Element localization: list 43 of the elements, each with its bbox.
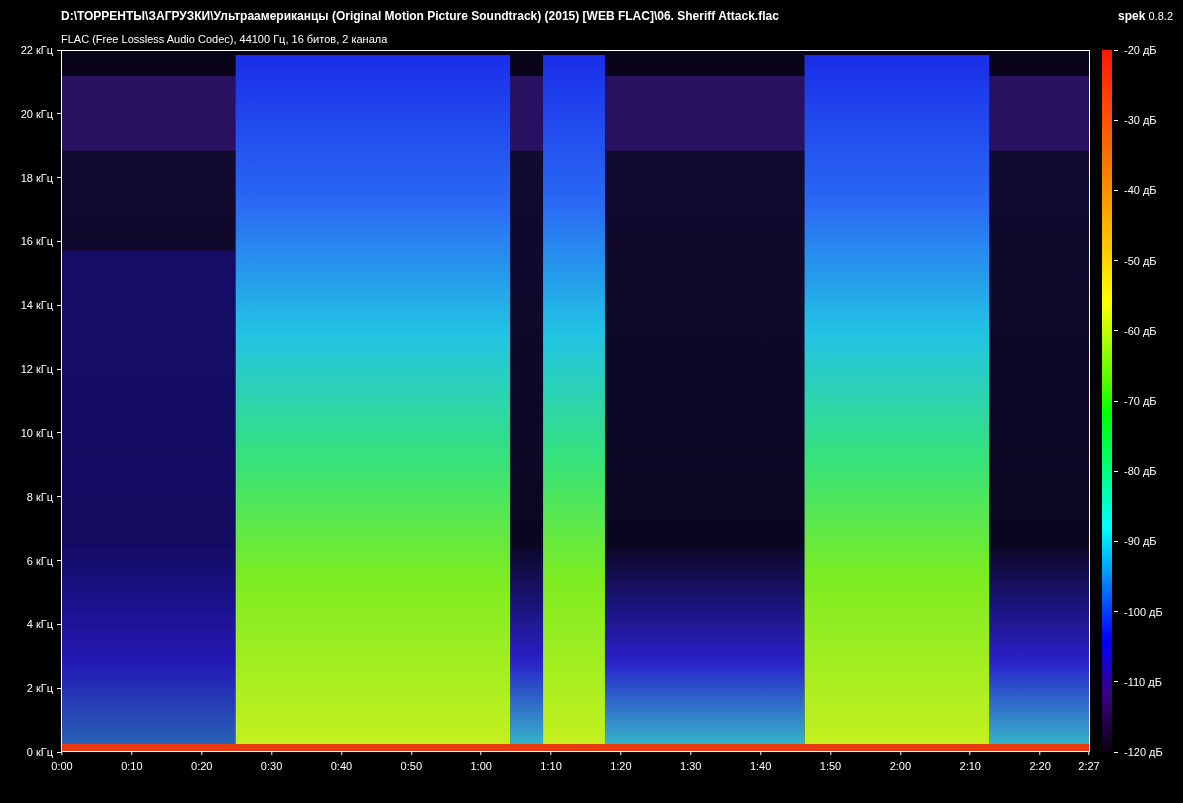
time-label: 0:30 bbox=[260, 760, 283, 772]
file-path: D:\ТОРРЕНТЫ\ЗАГРУЗКИ\Ультраамериканцы (Original Motion Picture Soundtrack) (2015) [WEB FLAC]\06. Sheriff Attack.flac bbox=[61, 9, 779, 23]
level-label: -110 дБ bbox=[1124, 675, 1162, 688]
frequency-label: 0 кГц bbox=[26, 746, 53, 758]
level-label: -60 дБ bbox=[1124, 324, 1157, 337]
level-label: -40 дБ bbox=[1124, 184, 1157, 197]
frequency-label: 4 кГц bbox=[26, 618, 53, 631]
frequency-label: 14 кГц bbox=[20, 299, 53, 312]
app-version: 0.8.2 bbox=[1148, 10, 1173, 22]
frequency-label: 16 кГц bbox=[20, 235, 53, 248]
time-label: 1:20 bbox=[610, 760, 632, 772]
time-label: 1:50 bbox=[819, 760, 842, 772]
app-name: spek bbox=[1118, 9, 1146, 23]
frequency-label: 20 кГц bbox=[20, 107, 53, 120]
level-label: -100 дБ bbox=[1124, 605, 1163, 618]
time-label: 1:30 bbox=[680, 760, 702, 772]
level-label: -30 дБ bbox=[1124, 114, 1157, 127]
time-label: 2:10 bbox=[959, 760, 981, 772]
level-label: -20 дБ bbox=[1124, 44, 1157, 56]
level-label: -50 дБ bbox=[1124, 254, 1157, 267]
frequency-label: 18 кГц bbox=[20, 171, 53, 184]
frequency-label: 12 кГц bbox=[20, 363, 53, 376]
time-label: 2:27 bbox=[1078, 760, 1100, 772]
frequency-label: 8 кГц bbox=[26, 490, 53, 503]
frequency-label: 6 кГц bbox=[26, 554, 53, 567]
audio-info: FLAC (Free Lossless Audio Codec), 44100 Гц, 16 битов, 2 канала bbox=[61, 33, 389, 45]
frequency-label: 10 кГц bbox=[20, 426, 53, 439]
time-label: 0:50 bbox=[400, 760, 422, 772]
time-label: 2:00 bbox=[889, 760, 912, 772]
time-label: 0:00 bbox=[51, 760, 73, 772]
frequency-label: 22 кГц bbox=[20, 44, 53, 56]
time-label: 1:10 bbox=[540, 760, 562, 772]
frequency-label: 2 кГц bbox=[26, 682, 53, 695]
level-label: -80 дБ bbox=[1124, 465, 1157, 478]
time-label: 1:00 bbox=[470, 760, 492, 772]
time-label: 0:20 bbox=[191, 760, 213, 772]
level-label: -90 дБ bbox=[1124, 535, 1157, 548]
level-label: -70 дБ bbox=[1124, 395, 1157, 407]
time-label: 1:40 bbox=[749, 760, 772, 772]
level-label: -120 дБ bbox=[1124, 746, 1163, 758]
time-label: 0:40 bbox=[330, 760, 353, 772]
time-label: 0:10 bbox=[121, 760, 143, 772]
time-label: 2:20 bbox=[1029, 760, 1051, 772]
